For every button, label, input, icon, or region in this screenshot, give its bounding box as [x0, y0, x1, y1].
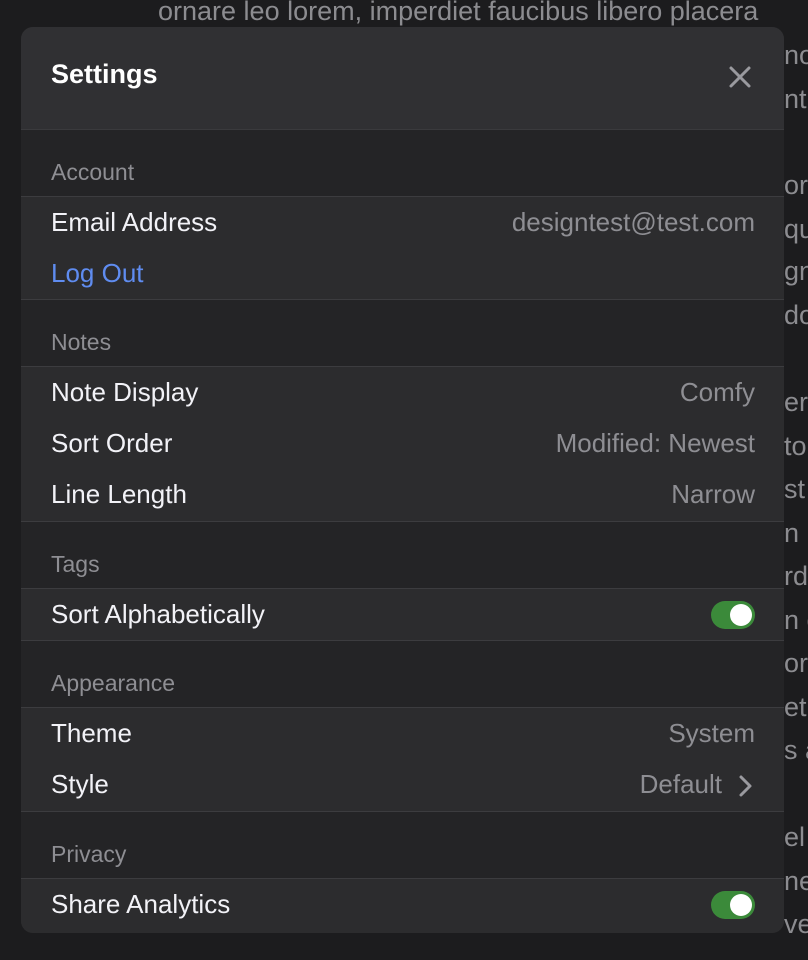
style-label: Style	[51, 769, 109, 799]
sort-alphabetically-toggle[interactable]	[711, 601, 755, 629]
chevron-right-icon	[739, 775, 752, 797]
style-value: Default	[639, 769, 722, 799]
background-text-line: or	[784, 170, 808, 200]
sort-alphabetically-label: Sort Alphabetically	[51, 599, 265, 629]
toggle-knob	[730, 894, 752, 916]
style-row[interactable]: Style Default	[21, 759, 784, 810]
section-header-account: Account	[21, 130, 784, 196]
sort-order-row[interactable]: Sort Order Modified: Newest	[21, 418, 784, 469]
email-address-value: designtest@test.com	[511, 207, 755, 237]
background-text-line: no	[784, 40, 808, 70]
section-header-appearance: Appearance	[21, 641, 784, 707]
background-text-line: el	[784, 822, 806, 852]
account-group: Email Address designtest@test.com Log Ou…	[21, 196, 784, 300]
appearance-group: Theme System Style Default	[21, 707, 784, 812]
section-label: Appearance	[51, 670, 176, 696]
background-text-line: s a	[784, 735, 808, 765]
section-header-notes: Notes	[21, 300, 784, 366]
background-text-line: n c	[784, 605, 808, 635]
sort-alphabetically-row: Sort Alphabetically	[21, 589, 784, 640]
background-text-line: do	[784, 300, 808, 330]
settings-modal: Settings Account Email Address designtes…	[21, 27, 784, 933]
section-header-tags: Tags	[21, 522, 784, 588]
background-text-line: er	[784, 387, 808, 417]
background-text-line: rd	[784, 561, 808, 591]
share-analytics-label: Share Analytics	[51, 889, 231, 919]
section-label: Notes	[51, 329, 112, 355]
background-text-line: ne	[784, 866, 808, 896]
note-display-label: Note Display	[51, 377, 199, 407]
modal-title: Settings	[51, 59, 158, 89]
theme-row[interactable]: Theme System	[21, 708, 784, 759]
background-text-line: ornare leo lorem, imperdiet faucibus lib…	[158, 0, 759, 26]
close-icon	[729, 66, 751, 88]
background-text-line: ve	[784, 909, 808, 939]
background-text-line: gn	[784, 256, 808, 286]
section-label: Privacy	[51, 841, 127, 867]
section-header-privacy: Privacy	[21, 812, 784, 878]
section-label: Tags	[51, 551, 100, 577]
background-text-line: ntu	[784, 84, 808, 114]
theme-value: System	[668, 718, 755, 748]
toggle-knob	[730, 604, 752, 626]
background-text-line: or	[784, 648, 808, 678]
email-address-row: Email Address designtest@test.com	[21, 197, 784, 248]
email-address-label: Email Address	[51, 207, 218, 237]
background-text-line: n	[784, 518, 800, 548]
section-label: Account	[51, 159, 135, 185]
background-text-line: st	[784, 474, 806, 504]
close-button[interactable]	[725, 62, 755, 92]
tags-group: Sort Alphabetically	[21, 588, 784, 641]
line-length-label: Line Length	[51, 479, 187, 509]
privacy-group: Share Analytics	[21, 878, 784, 933]
line-length-row[interactable]: Line Length Narrow	[21, 469, 784, 520]
note-display-value: Comfy	[679, 377, 755, 407]
sort-order-value: Modified: Newest	[555, 428, 755, 458]
share-analytics-toggle[interactable]	[711, 891, 755, 919]
background-text-line: to	[784, 431, 807, 461]
theme-label: Theme	[51, 718, 132, 748]
modal-header: Settings	[21, 27, 784, 130]
notes-group: Note Display Comfy Sort Order Modified: …	[21, 366, 784, 522]
log-out-button[interactable]: Log Out	[51, 258, 144, 289]
background-text-line: qua	[784, 214, 808, 244]
sort-order-label: Sort Order	[51, 428, 173, 458]
line-length-value: Narrow	[671, 479, 755, 509]
background-text-line: etu	[784, 692, 808, 722]
log-out-row[interactable]: Log Out	[21, 248, 784, 299]
note-display-row[interactable]: Note Display Comfy	[21, 367, 784, 418]
share-analytics-row: Share Analytics	[21, 879, 784, 930]
